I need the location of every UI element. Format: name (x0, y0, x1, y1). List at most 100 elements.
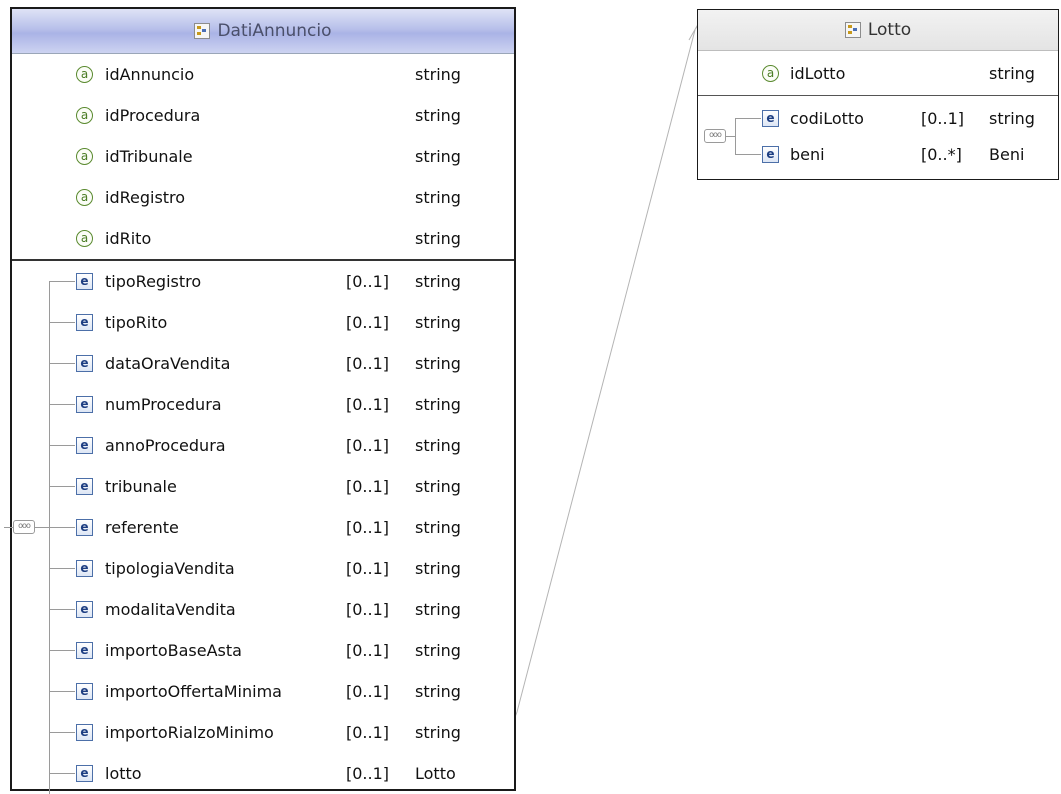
attribute-row[interactable]: a idLotto string (698, 51, 1058, 95)
datiannuncio-attributes: a idAnnuncio string a idProcedura string… (12, 54, 514, 261)
datiannuncio-complex-type[interactable]: DatiAnnuncio a idAnnuncio string a idPro… (4, 7, 516, 794)
lotto-header[interactable]: Lotto (698, 10, 1058, 51)
element-row[interactable]: e importoBaseAsta [0..1] string (12, 630, 514, 671)
attribute-type: string (415, 147, 461, 166)
tree-branch (49, 322, 75, 323)
attribute-row[interactable]: a idProcedura string (12, 95, 514, 136)
element-icon: e (76, 683, 93, 700)
element-occurrence: [0..1] (346, 436, 390, 455)
tree-branch (735, 154, 761, 155)
tree-branch (49, 363, 75, 364)
element-icon: e (762, 145, 779, 163)
element-icon: e (76, 437, 93, 454)
attribute-type: string (415, 188, 461, 207)
attribute-icon: a (76, 148, 93, 165)
element-row[interactable]: e tipoRegistro [0..1] string (12, 261, 514, 302)
element-type: Beni (989, 144, 1025, 164)
element-name: beni (790, 144, 825, 164)
element-name: referente (105, 518, 179, 537)
element-occurrence: [0..1] (346, 313, 390, 332)
element-icon: e (76, 478, 93, 495)
attribute-name: idRito (105, 229, 152, 248)
tree-branch (49, 650, 75, 651)
element-type: Lotto (415, 764, 456, 783)
element-occurrence: [0..1] (921, 108, 965, 128)
element-row[interactable]: e tipologiaVendita [0..1] string (12, 548, 514, 589)
element-type: string (415, 477, 461, 496)
element-name: codiLotto (790, 108, 864, 128)
element-row[interactable]: e importoRialzoMinimo [0..1] string (12, 712, 514, 753)
attribute-row[interactable]: a idAnnuncio string (12, 54, 514, 95)
attribute-name: idProcedura (105, 106, 201, 125)
element-row[interactable]: e annoProcedura [0..1] string (12, 425, 514, 466)
element-name: lotto (105, 764, 142, 783)
element-type: string (415, 313, 461, 332)
element-occurrence: [0..1] (346, 518, 390, 537)
attribute-row[interactable]: a idRegistro string (12, 177, 514, 218)
tree-branch (49, 486, 75, 487)
element-icon: e (76, 273, 93, 290)
datiannuncio-header[interactable]: DatiAnnuncio (12, 9, 514, 54)
attribute-icon: a (76, 230, 93, 247)
element-row[interactable]: e codiLotto [0..1] string (698, 100, 1058, 136)
attribute-icon: a (762, 64, 779, 82)
element-type: string (415, 559, 461, 578)
tree-branch (49, 609, 75, 610)
element-name: importoOffertaMinima (105, 682, 282, 701)
element-type: string (415, 518, 461, 537)
element-row[interactable]: e tipoRito [0..1] string (12, 302, 514, 343)
complex-type-icon (194, 23, 211, 39)
element-name: tipologiaVendita (105, 559, 235, 578)
element-icon: e (76, 355, 93, 372)
element-icon: e (76, 765, 93, 782)
element-type: string (415, 682, 461, 701)
lotto-complex-type[interactable]: Lotto a idLotto string ooo e codiLotto [… (697, 9, 1059, 180)
element-type: string (989, 108, 1035, 128)
element-type: string (415, 600, 461, 619)
element-name: importoBaseAsta (105, 641, 242, 660)
tree-branch (49, 527, 75, 528)
attribute-row[interactable]: a idRito string (12, 218, 514, 259)
element-icon: e (76, 519, 93, 536)
element-icon: e (76, 560, 93, 577)
element-row[interactable]: e lotto [0..1] Lotto (12, 753, 514, 794)
lotto-elements: ooo e codiLotto [0..1] string e beni [0.… (698, 96, 1058, 172)
element-icon: e (76, 642, 93, 659)
element-name: importoRialzoMinimo (105, 723, 274, 742)
attribute-name: idLotto (790, 63, 846, 83)
element-type: string (415, 395, 461, 414)
element-type: string (415, 641, 461, 660)
element-row[interactable]: e dataOraVendita [0..1] string (12, 343, 514, 384)
element-row[interactable]: e modalitaVendita [0..1] string (12, 589, 514, 630)
element-row[interactable]: e importoOffertaMinima [0..1] string (12, 671, 514, 712)
attribute-type: string (989, 63, 1035, 83)
attribute-icon: a (76, 66, 93, 83)
attribute-name: idRegistro (105, 188, 186, 207)
element-icon: e (76, 601, 93, 618)
datiannuncio-title: DatiAnnuncio (217, 21, 332, 41)
element-row[interactable]: e tribunale [0..1] string (12, 466, 514, 507)
tree-branch (49, 773, 75, 774)
element-row[interactable]: e beni [0..*] Beni (698, 136, 1058, 172)
lotto-title: Lotto (867, 20, 912, 40)
element-occurrence: [0..1] (346, 395, 390, 414)
element-name: tipoRegistro (105, 272, 202, 291)
attribute-type: string (415, 106, 461, 125)
element-occurrence: [0..1] (346, 559, 390, 578)
element-icon: e (762, 109, 779, 127)
element-occurrence: [0..1] (346, 600, 390, 619)
attribute-row[interactable]: a idTribunale string (12, 136, 514, 177)
element-occurrence: [0..1] (346, 723, 390, 742)
element-occurrence: [0..1] (346, 641, 390, 660)
element-icon: e (76, 724, 93, 741)
element-row[interactable]: e referente [0..1] string (12, 507, 514, 548)
element-occurrence: [0..*] (921, 144, 962, 164)
element-type: string (415, 272, 461, 291)
element-name: tipoRito (105, 313, 168, 332)
lotto-attributes: a idLotto string (698, 51, 1058, 96)
element-occurrence: [0..1] (346, 477, 390, 496)
element-name: modalitaVendita (105, 600, 236, 619)
complex-type-icon (844, 22, 861, 38)
tree-branch (49, 445, 75, 446)
element-row[interactable]: e numProcedura [0..1] string (12, 384, 514, 425)
